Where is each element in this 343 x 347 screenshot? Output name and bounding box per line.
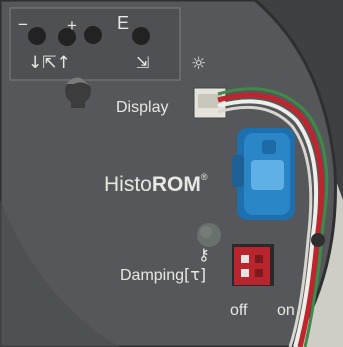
switch-on-label: on (277, 302, 295, 319)
escape-key-label: E (117, 13, 130, 33)
brightness-icon: ☼ (191, 54, 207, 74)
key-minus[interactable] (28, 27, 46, 45)
down-arrow-icon: ↓ (28, 53, 43, 73)
damping-label: Damping (120, 267, 185, 284)
switch-off-label: off (230, 302, 248, 319)
device-photo: − + E ↓⇱↑ ⇲ ☼ Display HistoROM® ⚷ Dampin… (0, 0, 343, 347)
up-arrow-icon: ↑ (56, 53, 71, 73)
damping-symbol: [τ] (184, 265, 207, 284)
key-lock-icon: ⚷ (198, 245, 210, 264)
brand-bold: ROM (151, 173, 201, 196)
key-escape[interactable] (132, 27, 150, 45)
navigation-symbols: ↓⇱↑ (28, 55, 71, 72)
registered-mark: ® (200, 172, 208, 182)
escape-box-icon: ⇱ (42, 53, 57, 73)
damping-label-group: Damping[τ] (120, 267, 206, 284)
exit-box-icon: ⇲ (136, 53, 150, 72)
key-plus[interactable] (84, 26, 102, 44)
historom-brand: HistoROM® (104, 172, 208, 196)
brand-plain: Histo (104, 173, 152, 196)
minus-key-label: − (18, 15, 28, 34)
display-label: Display (116, 99, 169, 116)
damping-dip-switch[interactable] (234, 247, 270, 285)
plus-key-label: + (67, 16, 77, 35)
